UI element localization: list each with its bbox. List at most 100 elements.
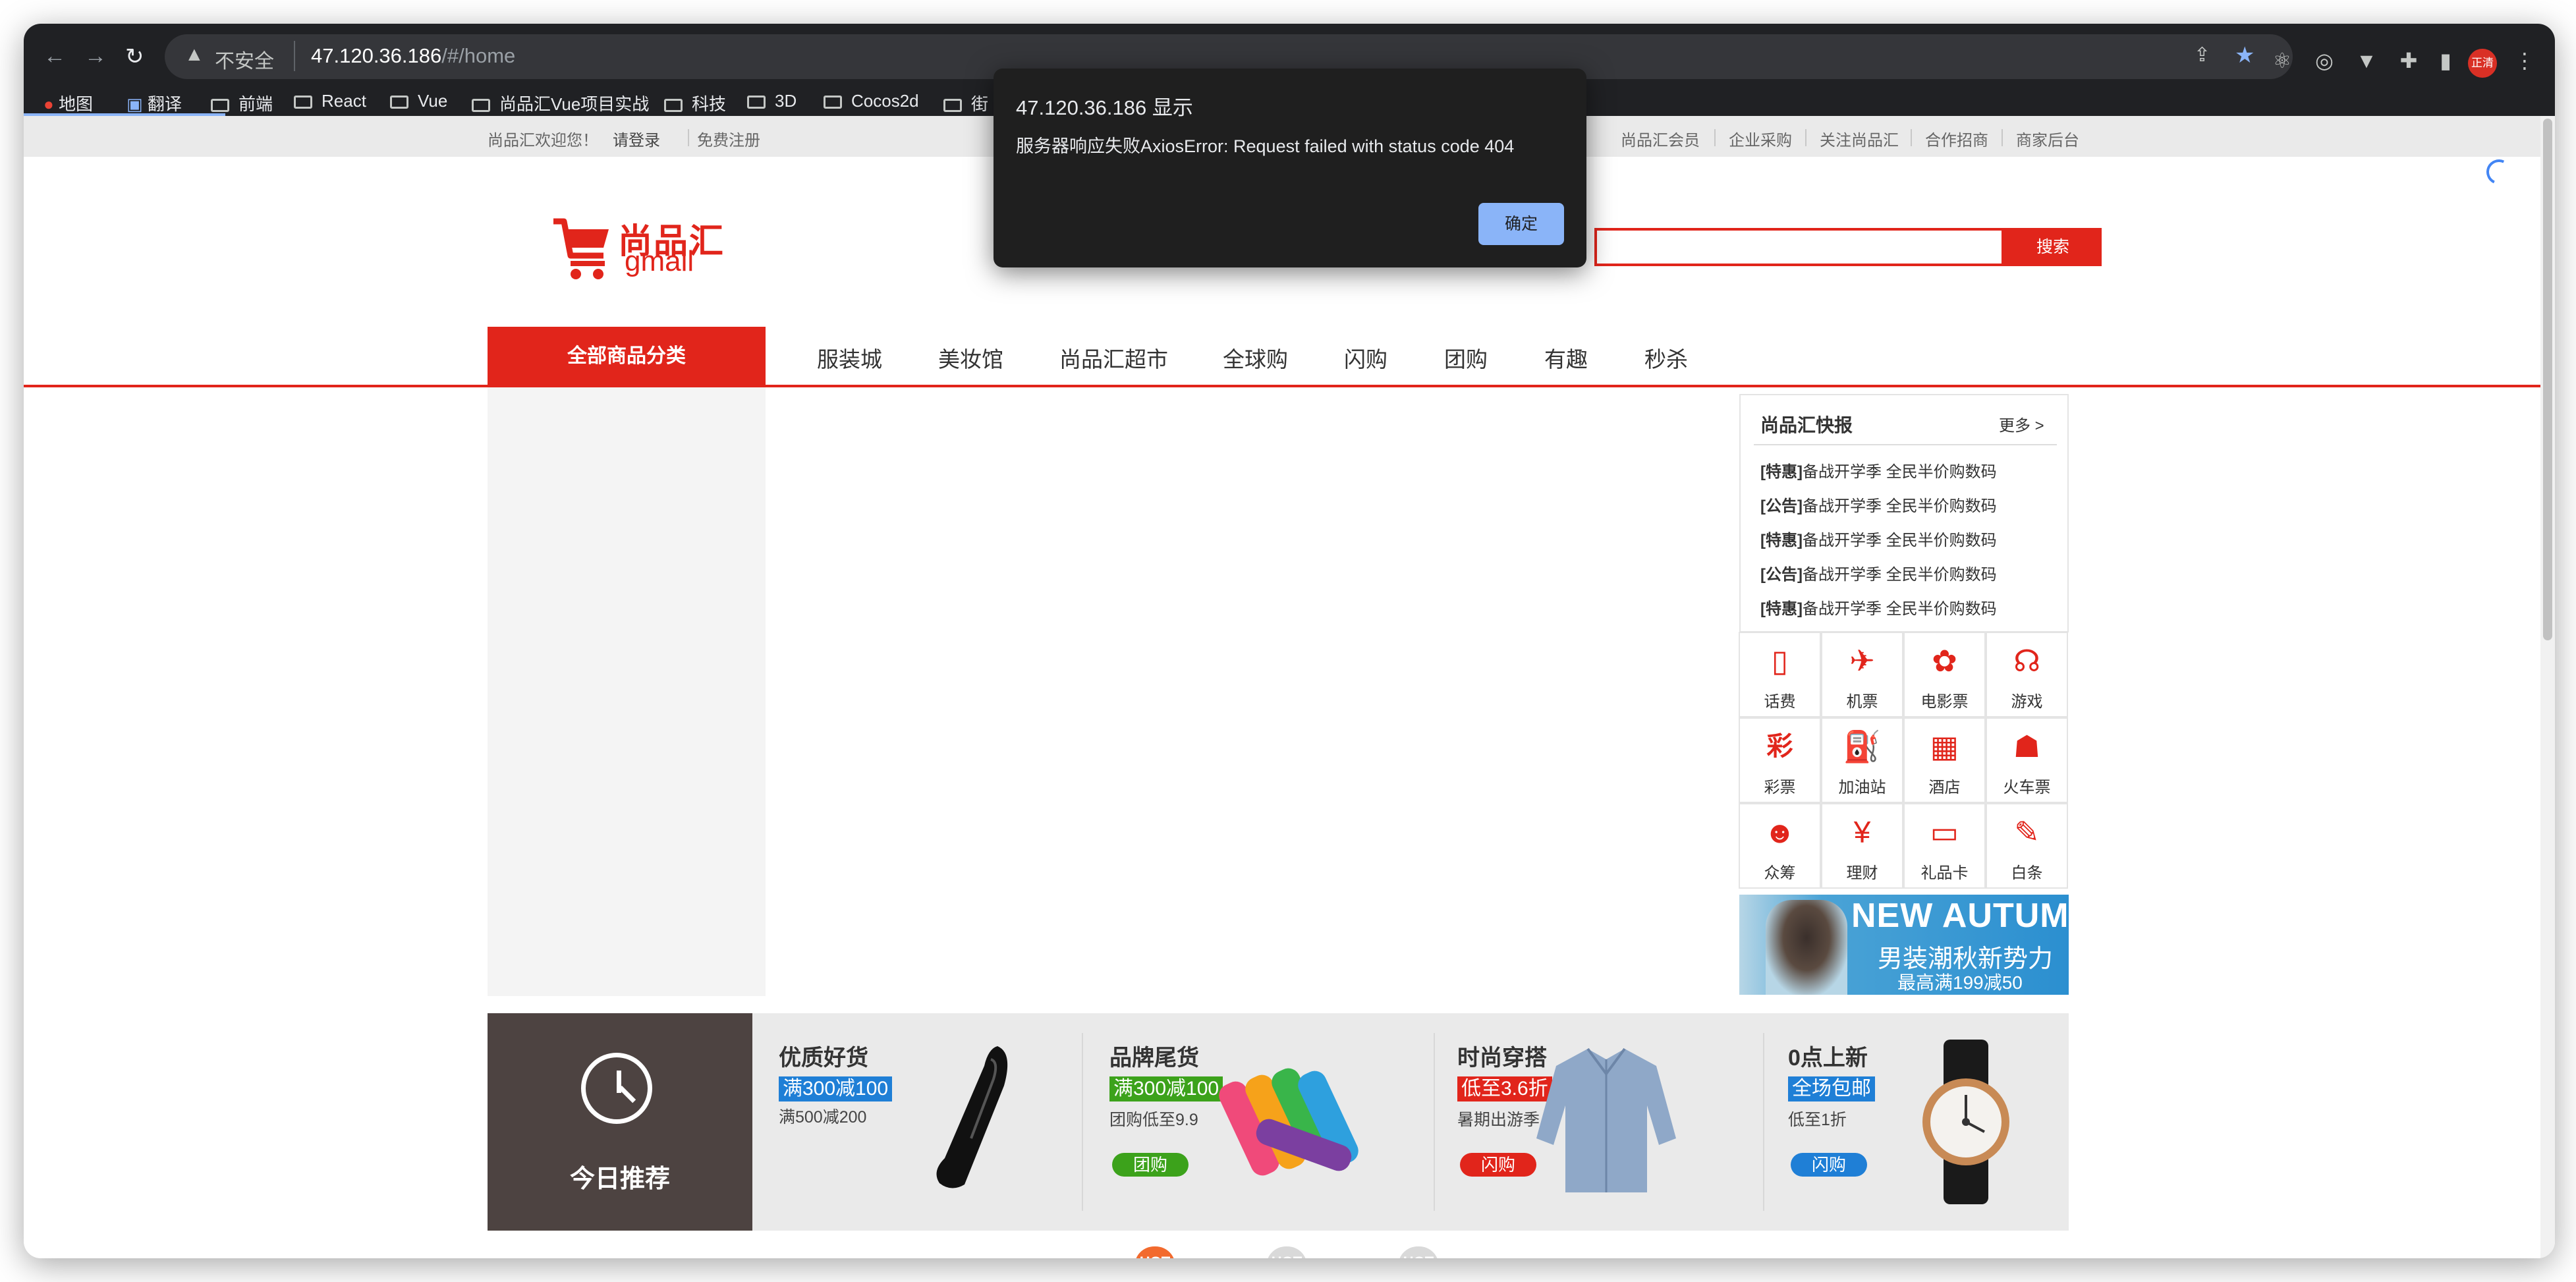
extension-vue-icon[interactable]: ▼ (2355, 49, 2378, 72)
address-separator (294, 41, 295, 71)
service-gift-card[interactable]: ▭ 礼品卡 (1903, 803, 1986, 889)
extension-react-icon[interactable]: ⚛ (2270, 49, 2294, 72)
hot-badge: HOT (1266, 1246, 1307, 1258)
bookmark-translate[interactable]: ▣ 翻译 (126, 91, 182, 115)
service-finance[interactable]: ¥ 理财 (1821, 803, 1903, 889)
search-input[interactable] (1594, 228, 2004, 266)
film-icon: ✿ (1932, 644, 1957, 678)
service-crowdfunding[interactable]: ☻ 众筹 (1739, 803, 1821, 889)
vacuum-image (925, 1040, 1017, 1192)
news-title: 尚品汇快报 (1760, 415, 1853, 435)
news-item[interactable]: [特惠]备战开学季 全民半价购数码 (1760, 527, 1997, 550)
towels-image (1215, 1053, 1373, 1198)
folder-icon (824, 96, 842, 109)
recommend-item[interactable]: 优质好货 满300减100 满500减200 (752, 1013, 1082, 1231)
blouse-image (1527, 1040, 1685, 1198)
scrollbar[interactable] (2540, 116, 2555, 1258)
watch-image (1907, 1040, 2025, 1204)
phone-icon: ▯ (1771, 644, 1789, 678)
nav-item-global[interactable]: 全球购 (1223, 342, 1288, 374)
news-item[interactable]: [特惠]备战开学季 全民半价购数码 (1760, 596, 1997, 619)
ad-title: NEW AUTUMN (1851, 897, 2069, 935)
nav-item-beauty[interactable]: 美妆馆 (938, 342, 1003, 374)
reload-icon[interactable]: ↻ (125, 43, 144, 70)
service-gas[interactable]: ⛽ 加油站 (1821, 717, 1903, 803)
recommend-pill-button[interactable]: 团购 (1112, 1153, 1189, 1177)
login-link[interactable]: 请登录 (613, 127, 660, 150)
recommend-pill-button[interactable]: 闪购 (1791, 1153, 1867, 1177)
bookmark-maps[interactable]: ● 地图 (43, 91, 93, 115)
bookmark-folder-more[interactable]: 街 (943, 91, 988, 115)
service-hotel[interactable]: ▦ 酒店 (1903, 717, 1986, 803)
gas-station-icon: ⛽ (1843, 729, 1882, 764)
recommend-pill-button[interactable]: 闪购 (1460, 1153, 1536, 1177)
cart-logo-icon[interactable] (551, 215, 614, 287)
service-flight[interactable]: ✈ 机票 (1821, 632, 1903, 717)
share-icon[interactable]: ⇪ (2194, 43, 2210, 67)
service-phone[interactable]: ▯ 话费 (1739, 632, 1821, 717)
nav-item-group[interactable]: 团购 (1444, 342, 1488, 374)
extension-circle-icon[interactable]: ◎ (2312, 49, 2336, 72)
recommend-title: 0点上新 (1788, 1045, 1868, 1071)
service-credit[interactable]: ✎ 白条 (1986, 803, 2068, 889)
search-button[interactable]: 搜索 (2004, 228, 2102, 266)
service-game[interactable]: ☊ 游戏 (1986, 632, 2068, 717)
bookmark-folder-react[interactable]: React (294, 91, 366, 111)
autumn-ad-banner[interactable]: NEW AUTUMN 男装潮秋新势力 最高满199减50 (1739, 895, 2069, 995)
recommend-item[interactable]: 品牌尾货 满300减100 团购低至9.9 团购 (1083, 1013, 1413, 1231)
service-train[interactable]: ☗ 火车票 (1986, 717, 2068, 803)
loading-spinner-icon (2482, 155, 2515, 188)
nav-underline (24, 385, 2540, 387)
news-more-link[interactable]: 更多 > (1999, 412, 2044, 435)
service-lottery[interactable]: 彩彩票 (1739, 717, 1821, 803)
folder-icon (943, 99, 962, 112)
recommend-sub: 满500减200 (779, 1108, 867, 1127)
forward-icon[interactable]: → (84, 43, 107, 69)
scrollbar-thumb[interactable] (2543, 119, 2552, 640)
nav-item-fun[interactable]: 有趣 (1544, 342, 1588, 374)
bookmark-folder-cocos2d[interactable]: Cocos2d (824, 91, 919, 111)
news-item[interactable]: [公告]备战开学季 全民半价购数码 (1760, 561, 1997, 584)
nav-item-seckill[interactable]: 秒杀 (1644, 342, 1688, 374)
star-icon[interactable]: ★ (2235, 42, 2254, 69)
plane-icon: ✈ (1849, 644, 1875, 678)
recommend-item[interactable]: 时尚穿搭 低至3.6折 暑期出游季 闪购 (1431, 1013, 1760, 1231)
address-url[interactable]: 47.120.36.186/#/home (311, 44, 515, 68)
enterprise-link[interactable]: 企业采购 (1729, 127, 1792, 150)
menu-icon[interactable]: ⋮ (2513, 49, 2536, 72)
nav-item-clothing[interactable]: 服装城 (817, 342, 882, 374)
bookmark-folder-3d[interactable]: 3D (747, 91, 797, 111)
back-icon[interactable]: ← (43, 43, 66, 69)
register-link[interactable]: 免费注册 (697, 127, 760, 150)
clock-hand (619, 1086, 636, 1103)
news-item[interactable]: [公告]备战开学季 全民半价购数码 (1760, 493, 1997, 516)
category-panel (488, 387, 766, 996)
clock-icon (581, 1053, 652, 1124)
bookmark-folder-vue-project[interactable]: 尚品汇Vue项目实战 (472, 91, 649, 115)
bookmark-folder-tech[interactable]: 科技 (664, 91, 726, 115)
today-recommend: 今日推荐 优质好货 满300减100 满500减200 品牌尾货 满300减10… (488, 1013, 2069, 1231)
bookmark-folder-frontend[interactable]: 前端 (211, 91, 273, 115)
member-link[interactable]: 尚品汇会员 (1621, 127, 1700, 150)
profile-avatar[interactable]: 正清 (2468, 49, 2497, 78)
train-icon: ☗ (2013, 729, 2041, 764)
dialog-ok-button[interactable]: 确定 (1478, 203, 1564, 245)
service-movie[interactable]: ✿ 电影票 (1903, 632, 1986, 717)
logo-text-en: gmall (625, 245, 694, 277)
maps-icon: ● (43, 94, 54, 114)
nav-item-flash[interactable]: 闪购 (1344, 342, 1387, 374)
bookmark-folder-vue[interactable]: Vue (390, 91, 447, 111)
all-categories-tab[interactable]: 全部商品分类 (488, 327, 766, 386)
lottery-icon: 彩 (1766, 732, 1793, 761)
nav-item-supermarket[interactable]: 尚品汇超市 (1059, 342, 1168, 374)
recommend-tag: 全场包邮 (1788, 1076, 1875, 1101)
merchant-link[interactable]: 商家后台 (2016, 127, 2079, 150)
recommend-item[interactable]: 0点上新 全场包邮 低至1折 闪购 (1762, 1013, 2091, 1231)
partner-link[interactable]: 合作招商 (1925, 127, 1988, 150)
extension-icon[interactable]: ✚ (2397, 49, 2421, 72)
folder-icon (472, 99, 490, 112)
ad-promo: 最高满199减50 (1897, 972, 2023, 993)
follow-link[interactable]: 关注尚品汇 (1820, 127, 1899, 150)
sidebar-icon[interactable]: ▮ (2434, 49, 2457, 72)
news-item[interactable]: [特惠]备战开学季 全民半价购数码 (1760, 459, 1997, 482)
